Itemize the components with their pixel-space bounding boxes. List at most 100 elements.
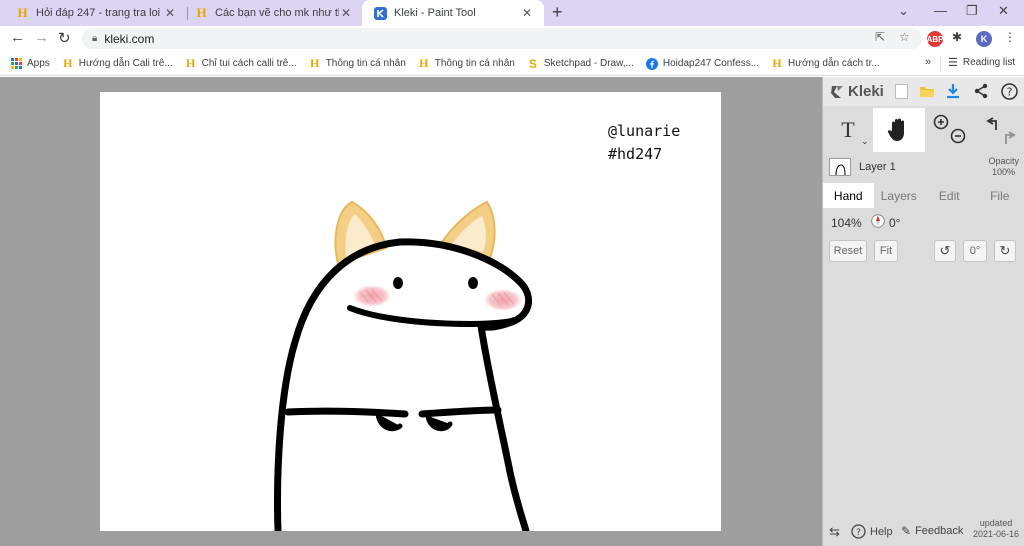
- undo-redo-controls: [975, 108, 1023, 152]
- right-blush: [484, 289, 522, 311]
- share-icon[interactable]: [971, 81, 991, 101]
- close-window-button[interactable]: ✕: [998, 3, 1009, 19]
- redo-icon: [1005, 131, 1016, 144]
- hoidap-h-icon: H: [196, 5, 207, 20]
- zoom-level: 104%: [831, 216, 862, 230]
- tab-search-icon[interactable]: ⌄: [898, 3, 909, 19]
- bookmark-label: Chỉ tui cách calli trê...: [201, 58, 297, 69]
- bookmarks-overflow-button[interactable]: »: [925, 56, 931, 68]
- fit-button[interactable]: Fit: [874, 240, 898, 262]
- hand-tool-settings: 104% 0° Reset Fit ↺ 0° ↻: [823, 208, 1024, 518]
- reading-list-label: Reading list: [962, 57, 1016, 68]
- right-hand: [425, 413, 453, 432]
- chrome-menu-icon[interactable]: ⋮: [1004, 30, 1016, 44]
- updated-date: 2021-06-16: [972, 529, 1019, 539]
- reload-icon[interactable]: ↻: [58, 29, 71, 47]
- extensions-puzzle-icon[interactable]: ✱: [952, 30, 962, 44]
- bookmark-item[interactable]: H Thông tin cá nhân: [418, 56, 515, 70]
- bookmark-item[interactable]: H Hướng dẫn Cali trê...: [62, 56, 173, 70]
- close-tab-icon[interactable]: ✕: [520, 6, 534, 20]
- hoidap-h-icon: H: [185, 56, 196, 70]
- rotate-left-button[interactable]: ↺: [934, 240, 956, 262]
- rotation-value: 0°: [889, 216, 901, 230]
- current-layer-row[interactable]: Layer 1 Opacity 100%: [823, 154, 1024, 182]
- tab-cac-ban[interactable]: H Các bạn vẽ cho mk như tkế này n ✕: [183, 0, 363, 26]
- kleki-logo-text: Kleki: [848, 83, 884, 100]
- tab-hand[interactable]: Hand: [823, 183, 874, 208]
- feedback-button[interactable]: ✎ Feedback: [901, 524, 963, 538]
- canvas-workspace[interactable]: @lunarie #hd247: [0, 77, 822, 546]
- right-eye: [468, 277, 478, 289]
- bookmarks-divider: [940, 57, 941, 71]
- bookmark-item[interactable]: S Sketchpad - Draw,...: [527, 57, 634, 71]
- kleki-top-bar: Kleki ?: [823, 77, 1024, 106]
- apps-grid-icon: [10, 58, 22, 70]
- version-info: updated 2021-06-16: [973, 518, 1019, 540]
- reading-list-button[interactable]: ☰ Reading list: [948, 56, 1015, 69]
- layer-name: Layer 1: [859, 161, 896, 173]
- drawing-canvas[interactable]: @lunarie #hd247: [100, 92, 721, 531]
- feedback-pencil-icon: ✎: [901, 524, 912, 538]
- close-tab-icon[interactable]: ✕: [339, 6, 353, 20]
- tab-title: Kleki - Paint Tool: [394, 7, 476, 19]
- swap-sides-icon[interactable]: ⇆: [829, 524, 840, 540]
- compass-icon: [871, 214, 885, 228]
- reset-button[interactable]: Reset: [829, 240, 867, 262]
- minimize-button[interactable]: —: [934, 3, 947, 18]
- tab-kleki[interactable]: Kleki - Paint Tool ✕: [362, 0, 544, 26]
- bookmark-item[interactable]: Hoidap247 Confess...: [645, 57, 760, 70]
- bookmark-star-icon[interactable]: ☆: [899, 30, 910, 44]
- lock-icon: 🔒︎: [92, 33, 98, 44]
- feedback-label: Feedback: [915, 525, 964, 537]
- bookmark-label: Sketchpad - Draw,...: [543, 58, 634, 69]
- bookmark-item[interactable]: H Thông tin cá nhân: [309, 56, 406, 70]
- svg-text:?: ?: [856, 528, 861, 538]
- restore-button[interactable]: ❐: [966, 3, 978, 19]
- hand-tool-button[interactable]: [873, 108, 925, 152]
- bookmark-item[interactable]: H Hướng dẫn cách tr...: [771, 56, 879, 70]
- download-icon[interactable]: [943, 81, 963, 101]
- address-bar[interactable]: 🔒︎ kleki.com: [82, 28, 922, 49]
- svg-text:?: ?: [1006, 85, 1012, 98]
- help-circle-icon[interactable]: ?: [999, 81, 1019, 101]
- tab-title: Hỏi đáp 247 - trang tra loi: [36, 7, 161, 19]
- tool-row: T ⌄: [823, 108, 1024, 152]
- kleki-side-panel: Kleki ? T ⌄ Layer 1 Opacity 100% Hand La…: [822, 77, 1024, 546]
- help-button[interactable]: ? Help: [851, 524, 893, 539]
- layer-thumbnail: [829, 158, 851, 176]
- facebook-icon: [645, 57, 658, 70]
- hoidap-h-icon: H: [17, 5, 28, 20]
- bookmark-item[interactable]: H Chỉ tui cách calli trê...: [185, 56, 297, 70]
- text-tool-icon: T: [841, 117, 855, 142]
- rotate-right-button[interactable]: ↻: [994, 240, 1016, 262]
- zoom-controls: [927, 108, 971, 152]
- bookmark-apps[interactable]: Apps: [10, 58, 50, 70]
- left-blush: [353, 285, 391, 307]
- open-folder-icon[interactable]: [917, 81, 937, 101]
- help-label: Help: [870, 525, 893, 538]
- rotation-reset-button[interactable]: 0°: [963, 240, 987, 262]
- tab-layers[interactable]: Layers: [874, 183, 925, 208]
- drawing-artwork: @lunarie #hd247: [274, 122, 680, 531]
- hoidap-h-icon: H: [772, 56, 782, 70]
- tab-file[interactable]: File: [975, 183, 1024, 208]
- back-arrow-icon[interactable]: ←: [10, 29, 25, 46]
- hoidap-h-icon: H: [419, 56, 429, 70]
- tab-hoidap[interactable]: H Hỏi đáp 247 - trang tra loi ✕: [4, 0, 187, 26]
- profile-avatar[interactable]: K: [976, 31, 992, 47]
- kleki-logo[interactable]: Kleki: [829, 83, 884, 100]
- panel-footer: ⇆ ? Help ✎ Feedback updated 2021-06-16: [823, 518, 1024, 546]
- browser-toolbar: ← → ↻ 🔒︎ kleki.com ⇱ ☆ ABP ✱ K ⋮: [0, 26, 1024, 52]
- share-page-icon[interactable]: ⇱: [875, 30, 885, 44]
- left-arm: [284, 407, 409, 418]
- new-image-icon[interactable]: [891, 81, 911, 101]
- close-tab-icon[interactable]: ✕: [163, 6, 177, 20]
- tab-edit[interactable]: Edit: [924, 183, 975, 208]
- adblock-plus-icon[interactable]: ABP: [927, 31, 943, 47]
- bookmarks-bar: Apps H Hướng dẫn Cali trê... H Chỉ tui các…: [0, 52, 1024, 76]
- bookmark-label: Hoidap247 Confess...: [662, 58, 760, 69]
- tab-strip: H Hỏi đáp 247 - trang tra loi ✕ H Các bạ…: [0, 0, 1024, 26]
- text-tool-button[interactable]: T ⌄: [823, 108, 873, 152]
- new-tab-button[interactable]: +: [552, 2, 563, 23]
- forward-arrow-icon[interactable]: →: [34, 29, 49, 46]
